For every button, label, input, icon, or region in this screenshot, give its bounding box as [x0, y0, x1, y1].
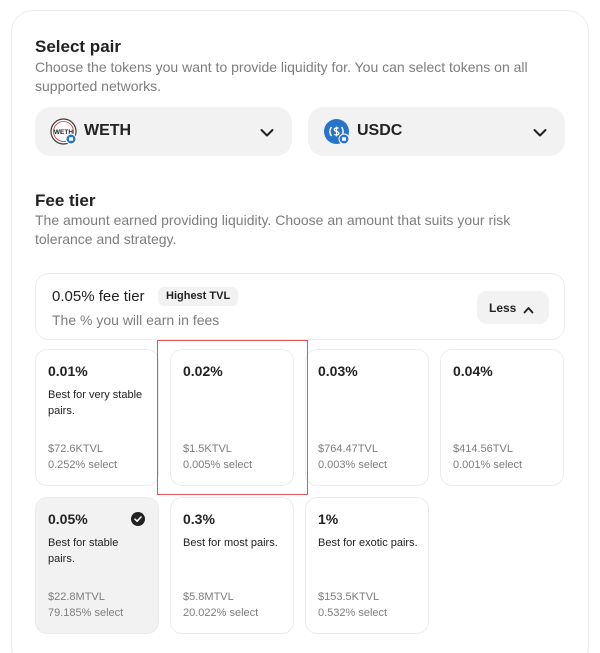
current-fee-tier-subtitle: The % you will earn in fees — [52, 312, 220, 328]
current-fee-tier-label: 0.05% fee tier — [52, 288, 145, 305]
fee-option-0.03[interactable]: 0.03% $764.47TVL 0.003% select — [305, 349, 429, 486]
fee-option-percent: 1% — [318, 511, 339, 527]
select-pair-description: Choose the tokens you want to provide li… — [35, 59, 528, 94]
current-fee-tier-box: 0.05% fee tier Highest TVL The % you wil… — [35, 273, 565, 340]
fee-option-select-share: 20.022% select — [183, 607, 259, 619]
fee-option-tvl: $764.47TVL — [318, 443, 378, 455]
fee-option-percent: 0.01% — [48, 363, 88, 379]
fee-option-select-share: 79.185% select — [48, 607, 124, 619]
token-b-select[interactable]: USDC — [308, 107, 565, 156]
fee-option-select-share: 0.001% select — [453, 459, 523, 471]
less-button-label: Less — [489, 301, 517, 315]
checkmark-icon — [131, 512, 145, 526]
fee-option-0.01[interactable]: 0.01% Best for very stable pairs. $72.6K… — [35, 349, 159, 486]
highest-tvl-badge: Highest TVL — [158, 287, 239, 306]
fee-option-tvl: $72.6KTVL — [48, 443, 104, 455]
fee-option-description: Best for very stable pairs. — [48, 389, 143, 417]
fee-option-0.05[interactable]: 0.05% Best for stable pairs. $22.8MTVL 7… — [35, 497, 159, 634]
fee-option-select-share: 0.005% select — [183, 459, 253, 471]
fee-option-percent: 0.3% — [183, 511, 215, 527]
fee-option-tvl: $153.5KTVL — [318, 591, 380, 603]
fee-option-select-share: 0.003% select — [318, 459, 388, 471]
fee-option-tvl: $414.56TVL — [453, 443, 513, 455]
fee-option-select-share: 0.532% select — [318, 607, 388, 619]
fee-option-description: Best for stable pairs. — [48, 537, 119, 565]
fee-option-0.3[interactable]: 0.3% Best for most pairs. $5.8MTVL 20.02… — [170, 497, 294, 634]
fee-option-select-share: 0.252% select — [48, 459, 118, 471]
select-pair-title: Select pair — [35, 37, 121, 56]
fee-option-percent: 0.05% — [48, 511, 88, 527]
chevron-down-icon — [260, 125, 274, 137]
fee-option-percent: 0.02% — [183, 363, 223, 379]
chevron-up-icon — [523, 303, 534, 314]
fee-option-1[interactable]: 1% Best for exotic pairs. $153.5KTVL 0.5… — [305, 497, 429, 634]
fee-option-percent: 0.03% — [318, 363, 358, 379]
fee-option-description: Best for most pairs. — [183, 537, 278, 549]
weth-token-icon: WETH — [50, 118, 77, 145]
fee-tier-title: Fee tier — [35, 191, 96, 210]
fee-option-0.04[interactable]: 0.04% $414.56TVL 0.001% select — [440, 349, 564, 486]
chevron-down-icon — [533, 125, 547, 137]
token-a-select[interactable]: WETH WETH — [35, 107, 292, 156]
fee-option-tvl: $5.8MTVL — [183, 591, 234, 603]
fee-option-percent: 0.04% — [453, 363, 493, 379]
token-a-symbol: WETH — [84, 122, 132, 139]
fee-tier-description: The amount earned providing liquidity. C… — [35, 212, 511, 247]
usdc-token-icon — [323, 118, 350, 145]
fee-option-tvl: $22.8MTVL — [48, 591, 105, 603]
fee-option-description: Best for exotic pairs. — [318, 537, 418, 549]
fee-option-tvl: $1.5KTVL — [183, 443, 232, 455]
fee-option-0.02[interactable]: 0.02% $1.5KTVL 0.005% select — [170, 349, 294, 486]
less-button[interactable]: Less — [477, 291, 549, 324]
token-b-symbol: USDC — [357, 122, 403, 139]
